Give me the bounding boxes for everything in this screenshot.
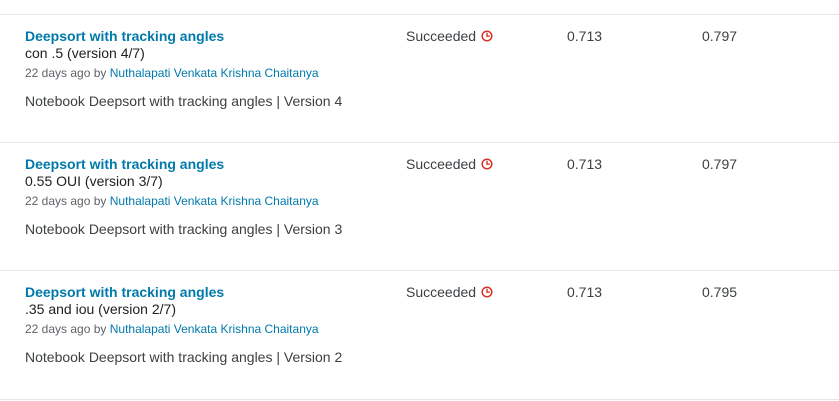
status-cell: Succeeded <box>406 155 493 173</box>
submission-age: 22 days ago by <box>25 66 110 80</box>
submission-meta: 22 days ago by Nuthalapati Venkata Krish… <box>25 65 385 81</box>
submission-title-link[interactable]: Deepsort with tracking angles <box>25 27 385 45</box>
submission-info: Deepsort with tracking angles 0.55 OUI (… <box>25 155 385 239</box>
status-label: Succeeded <box>406 156 477 172</box>
author-link[interactable]: Nuthalapati Venkata Krishna Chaitanya <box>110 66 319 80</box>
submission-age: 22 days ago by <box>25 194 110 208</box>
author-link[interactable]: Nuthalapati Venkata Krishna Chaitanya <box>110 194 319 208</box>
submission-row: Deepsort with tracking angles 0.55 OUI (… <box>0 142 839 270</box>
clock-icon <box>481 286 493 298</box>
submission-version-label: con .5 (version 4/7) <box>25 45 145 61</box>
status-label: Succeeded <box>406 28 477 44</box>
submission-age: 22 days ago by <box>25 322 110 336</box>
clock-icon <box>481 158 493 170</box>
submission-version-label: 0.55 OUI (version 3/7) <box>25 173 163 189</box>
status-cell: Succeeded <box>406 27 493 45</box>
author-link[interactable]: Nuthalapati Venkata Krishna Chaitanya <box>110 322 319 336</box>
submission-meta: 22 days ago by Nuthalapati Venkata Krish… <box>25 193 385 209</box>
private-score: 0.797 <box>702 156 738 172</box>
submission-meta: 22 days ago by Nuthalapati Venkata Krish… <box>25 321 385 337</box>
public-score: 0.713 <box>567 284 603 300</box>
notebook-description: Notebook Deepsort with tracking angles |… <box>25 93 343 109</box>
public-score: 0.713 <box>567 28 603 44</box>
submission-info: Deepsort with tracking angles con .5 (ve… <box>25 27 385 111</box>
notebook-description: Notebook Deepsort with tracking angles |… <box>25 349 343 365</box>
private-score: 0.797 <box>702 28 738 44</box>
submission-row: Deepsort with tracking angles con .5 (ve… <box>0 14 839 142</box>
notebook-description: Notebook Deepsort with tracking angles |… <box>25 221 343 237</box>
submission-version-label: .35 and iou (version 2/7) <box>25 301 176 317</box>
submissions-table: Deepsort with tracking angles con .5 (ve… <box>0 0 839 400</box>
status-cell: Succeeded <box>406 283 493 301</box>
submission-info: Deepsort with tracking angles .35 and io… <box>25 283 385 367</box>
submission-title-link[interactable]: Deepsort with tracking angles <box>25 283 385 301</box>
submission-title-link[interactable]: Deepsort with tracking angles <box>25 155 385 173</box>
status-label: Succeeded <box>406 284 477 300</box>
public-score: 0.713 <box>567 156 603 172</box>
clock-icon <box>481 30 493 42</box>
submission-row: Deepsort with tracking angles .35 and io… <box>0 270 839 400</box>
private-score: 0.795 <box>702 284 738 300</box>
